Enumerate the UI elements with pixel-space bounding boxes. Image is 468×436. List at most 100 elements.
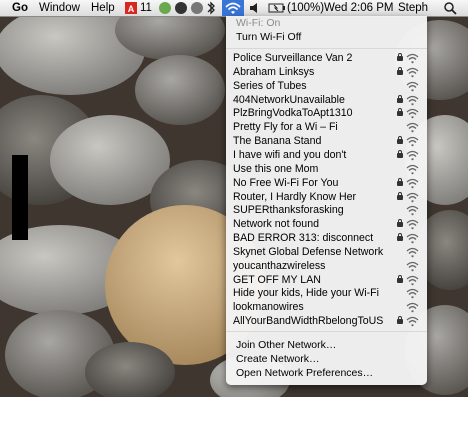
network-name: I have wifi and you don't: [233, 148, 347, 161]
wifi-signal-icon: [406, 316, 419, 327]
lock-icon: [397, 219, 403, 228]
lock-icon: [397, 177, 403, 186]
wifi-signal-icon: [406, 275, 419, 286]
wifi-signal-icon: [406, 178, 419, 189]
wifi-signal-icon: [406, 192, 419, 202]
network-item[interactable]: I have wifi and you don't: [226, 149, 427, 163]
network-name: lookmanowires: [233, 301, 304, 314]
spotlight-search-icon[interactable]: [443, 0, 457, 15]
wifi-signal-icon: [406, 220, 419, 230]
network-item[interactable]: BAD ERROR 313: disconnect: [226, 232, 427, 246]
network-item[interactable]: lookmanowires: [226, 301, 427, 315]
network-item[interactable]: GET OFF MY LAN: [226, 274, 427, 288]
network-item[interactable]: SUPERthanksforasking: [226, 204, 427, 218]
network-item[interactable]: Router, I Hardly Know Her: [226, 191, 427, 205]
lock-icon: [397, 149, 403, 158]
menu-help[interactable]: Help: [91, 1, 115, 15]
network-name: Network not found: [233, 218, 319, 231]
lock-icon: [397, 94, 403, 103]
wifi-status: Wi-Fi: On: [236, 17, 281, 29]
turn-wifi-off-item[interactable]: Turn Wi-Fi Off: [236, 31, 301, 43]
screen: Go Window Help A 11 (100%) Wed 2:06 PM S…: [0, 0, 468, 397]
lock-icon: [397, 53, 403, 61]
network-name: No Free Wi-Fi For You: [233, 176, 339, 189]
network-item[interactable]: No Free Wi-Fi For You: [226, 177, 427, 191]
network-name: The Banana Stand: [233, 135, 322, 148]
wifi-signal-icon: [406, 164, 419, 175]
wifi-signal-icon: [406, 53, 419, 64]
network-name: Police Surveillance Van 2: [233, 52, 353, 64]
menubar-clock[interactable]: Wed 2:06 PM: [324, 1, 393, 15]
lock-icon: [397, 191, 403, 200]
wifi-signal-icon: [406, 67, 419, 78]
wifi-signal-icon: [406, 81, 419, 92]
wifi-signal-icon: [406, 247, 419, 258]
network-name: Use this one Mom: [233, 162, 319, 175]
status-check-icon[interactable]: [159, 2, 171, 14]
join-other-network-item[interactable]: Join Other Network…: [236, 339, 336, 351]
lock-icon: [397, 233, 403, 242]
network-name: Pretty Fly for a Wi – Fi: [233, 121, 338, 134]
open-network-preferences-item[interactable]: Open Network Preferences…: [236, 367, 373, 379]
network-name: 404NetworkUnavailable: [233, 93, 345, 106]
network-item[interactable]: Series of Tubes: [226, 80, 427, 94]
volume-icon[interactable]: [248, 0, 262, 14]
sync-icon[interactable]: [191, 2, 203, 14]
separator: [226, 331, 427, 332]
network-item[interactable]: Abraham Linksys: [226, 66, 427, 80]
network-name: AllYourBandWidthRbelongToUS: [233, 315, 384, 328]
network-item[interactable]: Network not found: [226, 218, 427, 232]
wifi-signal-icon: [406, 206, 419, 216]
network-item[interactable]: PlzBringVodkaToApt1310: [226, 107, 427, 121]
network-item[interactable]: Skynet Global Defense Network: [226, 246, 427, 260]
separator: [226, 48, 427, 49]
network-name: Skynet Global Defense Network: [233, 245, 384, 258]
wifi-menu-icon[interactable]: [222, 0, 244, 16]
network-name: PlzBringVodkaToApt1310: [233, 107, 353, 120]
bluetooth-icon[interactable]: [206, 0, 216, 15]
wifi-signal-icon: [406, 303, 419, 313]
adobe-icon[interactable]: A: [124, 0, 138, 14]
network-name: GET OFF MY LAN: [233, 273, 321, 286]
network-name: SUPERthanksforasking: [233, 204, 344, 217]
svg-text:A: A: [128, 4, 135, 14]
network-item[interactable]: The Banana Stand: [226, 135, 427, 149]
wifi-signal-icon: [406, 150, 419, 161]
lock-icon: [397, 136, 403, 145]
lock-icon: [397, 108, 403, 117]
network-item[interactable]: 404NetworkUnavailable: [226, 94, 427, 108]
redaction-bar: [12, 155, 28, 240]
lock-icon: [397, 66, 403, 75]
network-name: Hide your kids, Hide your Wi-Fi: [233, 287, 379, 300]
wifi-menu: Wi-Fi: On Turn Wi-Fi Off Police Surveill…: [226, 16, 427, 385]
wifi-signal-icon: [406, 109, 419, 119]
network-name: Abraham Linksys: [233, 65, 315, 78]
wifi-signal-icon: [406, 233, 419, 244]
wifi-signal-icon: [406, 261, 419, 272]
network-item[interactable]: AllYourBandWidthRbelongToUS: [226, 315, 427, 329]
network-item[interactable]: Hide your kids, Hide your Wi-Fi: [226, 287, 427, 301]
network-name: Router, I Hardly Know Her: [233, 190, 357, 203]
wifi-signal-icon: [406, 289, 419, 299]
battery-percent: (100%): [287, 2, 325, 14]
menu-go[interactable]: Go: [12, 1, 28, 15]
menu-window[interactable]: Window: [39, 1, 80, 15]
lock-icon: [397, 274, 403, 283]
battery-icon[interactable]: [268, 0, 286, 14]
user-menu[interactable]: Steph: [398, 1, 428, 15]
network-item[interactable]: youcanthazwireless: [226, 260, 427, 274]
app-status-icon[interactable]: [175, 2, 187, 14]
wifi-signal-icon: [406, 123, 419, 133]
create-network-item[interactable]: Create Network…: [236, 353, 319, 365]
network-item[interactable]: Police Surveillance Van 2: [226, 52, 427, 66]
wifi-signal-icon: [406, 136, 419, 147]
menu-bar: Go Window Help A 11 (100%) Wed 2:06 PM S…: [0, 0, 468, 17]
network-item[interactable]: Pretty Fly for a Wi – Fi: [226, 121, 427, 135]
wifi-signal-icon: [406, 95, 419, 106]
adobe-count: 11: [140, 2, 152, 14]
network-item[interactable]: Use this one Mom: [226, 163, 427, 177]
network-name: Series of Tubes: [233, 79, 307, 92]
network-name: youcanthazwireless: [233, 259, 326, 272]
network-name: BAD ERROR 313: disconnect: [233, 232, 374, 245]
lock-icon: [397, 316, 403, 325]
